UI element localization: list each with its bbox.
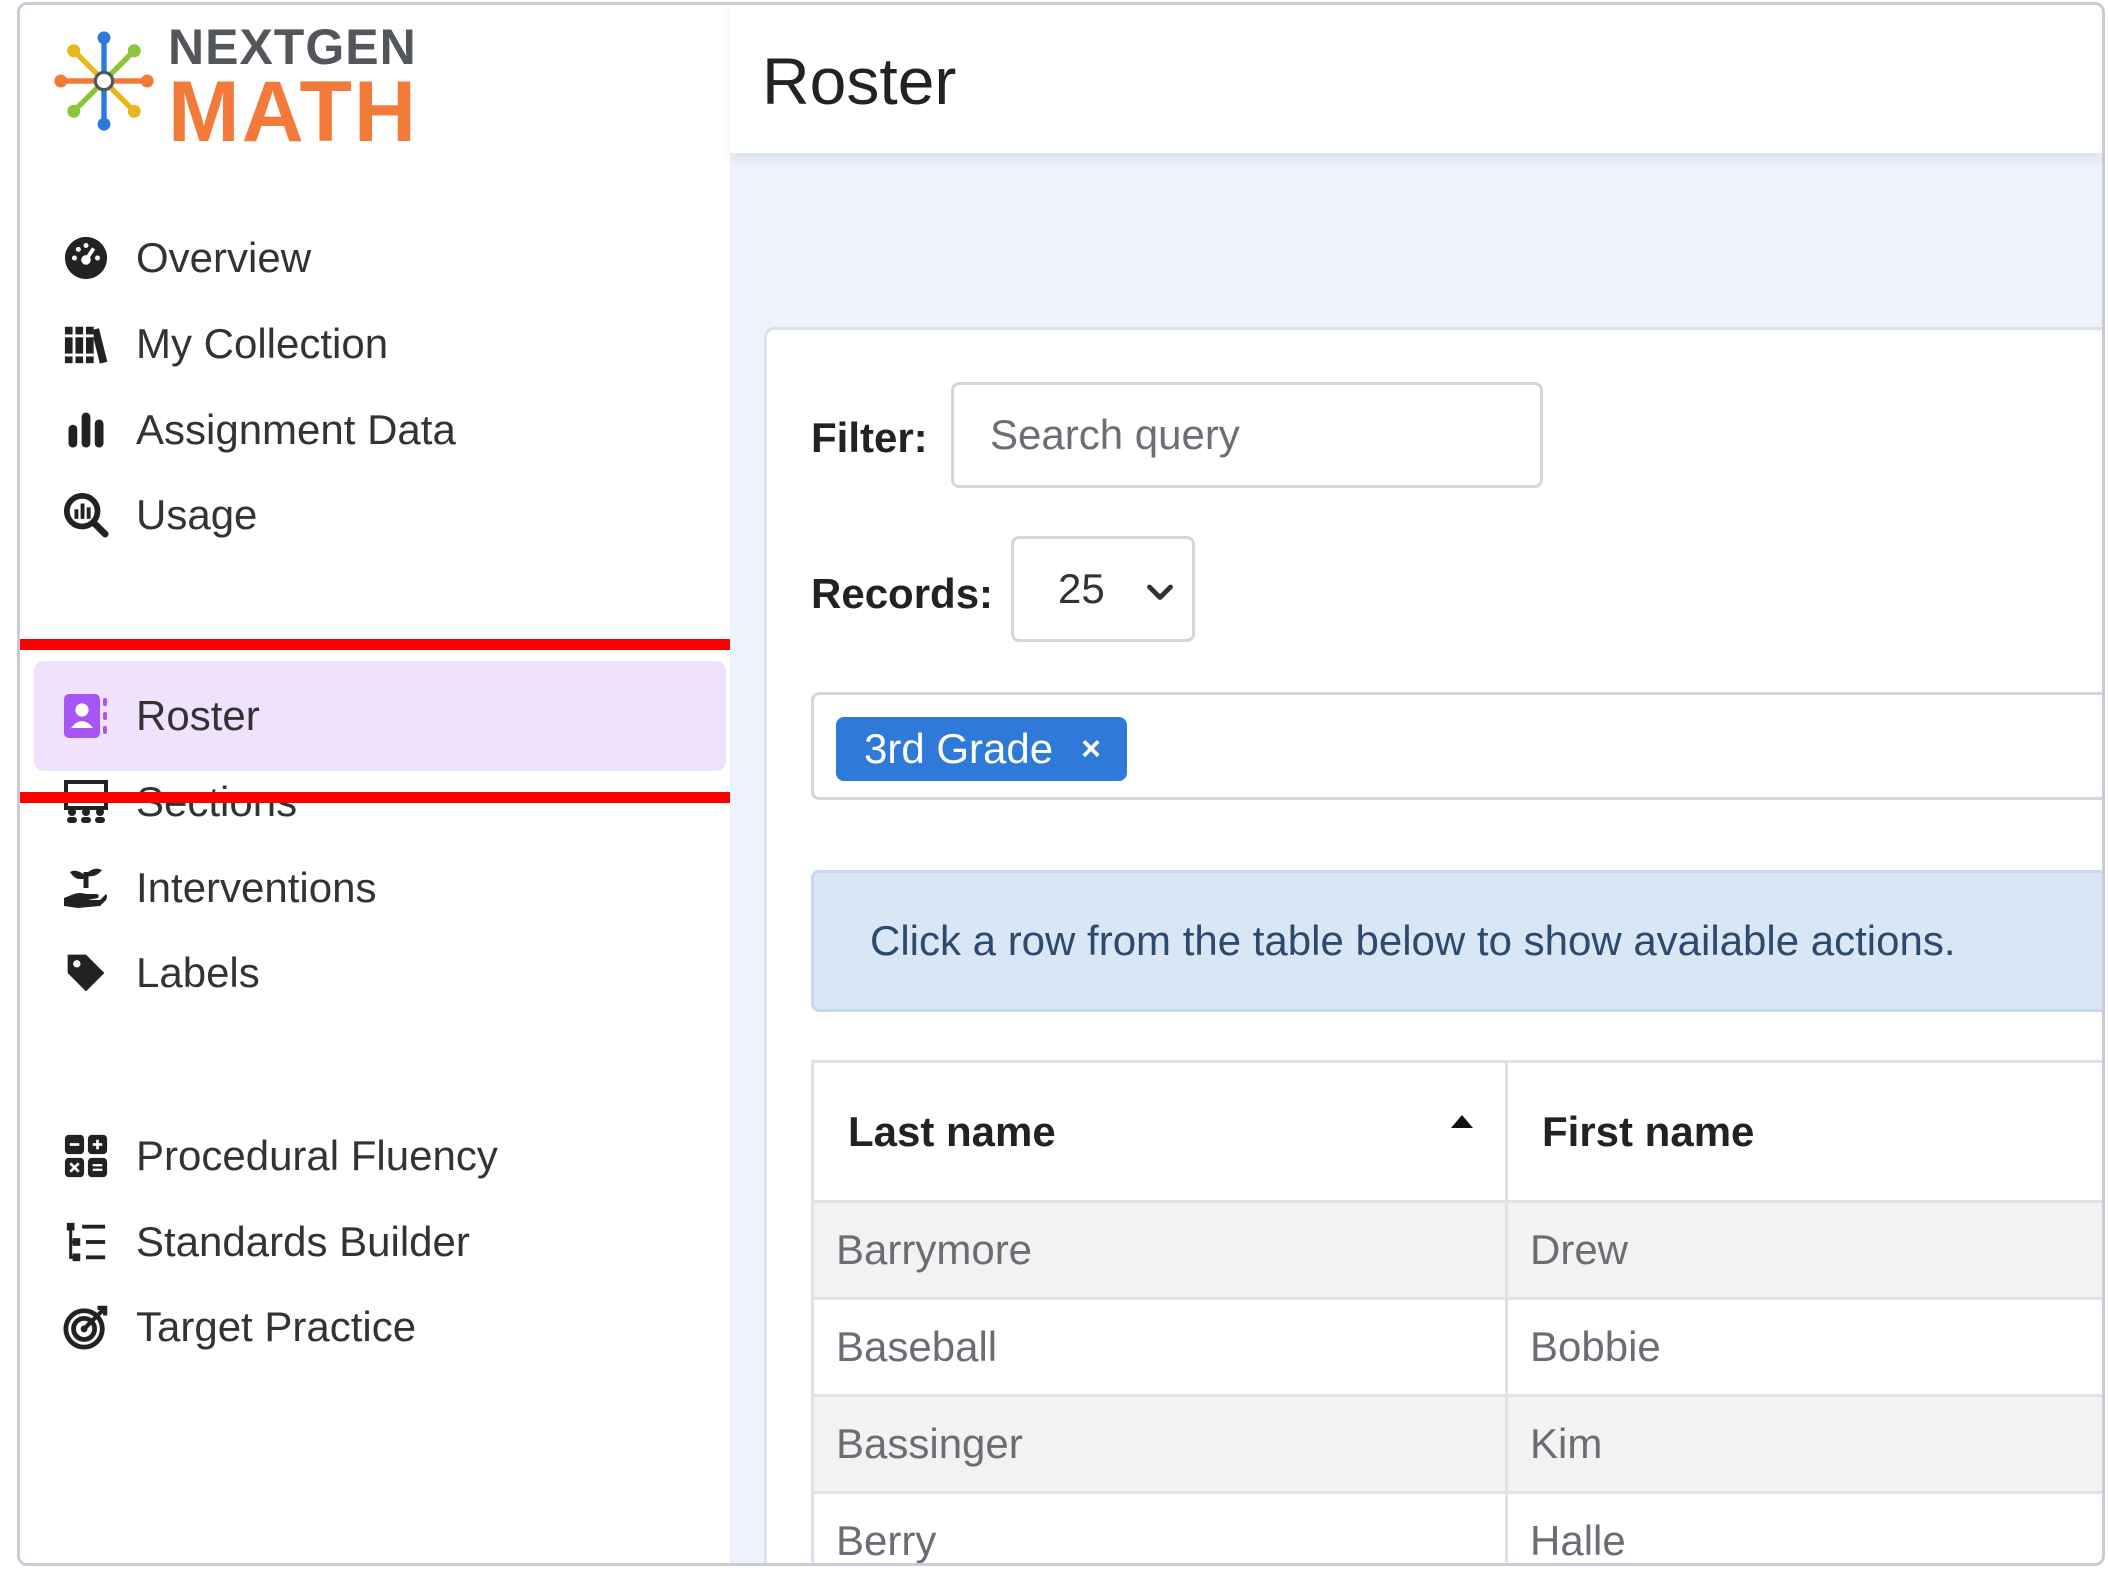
column-header-last-name[interactable]: Last name	[811, 1060, 1508, 1203]
page-title: Roster	[762, 44, 957, 118]
records-select-value: 25	[1058, 565, 1105, 612]
sidebar-item-label: Standards Builder	[136, 1218, 470, 1265]
tag-filter-box[interactable]: 3rd Grade ×	[811, 692, 2102, 800]
hand-seedling-icon	[62, 864, 110, 912]
table-row[interactable]: Barrymore Drew	[811, 1200, 2102, 1300]
cell-last-name: Barrymore	[811, 1200, 1508, 1300]
filter-label: Filter:	[811, 414, 928, 461]
column-header-label: Last name	[848, 1107, 1056, 1155]
table-header-row: Last name First name	[811, 1060, 2102, 1203]
target-icon	[62, 1303, 110, 1351]
sidebar-item-target-practice[interactable]: Target Practice	[34, 1272, 724, 1382]
app-window: NEXTGEN MATH Overview My Collection Assi…	[17, 2, 2105, 1566]
sidebar-item-label: Labels	[136, 949, 260, 996]
cell-first-name: Drew	[1505, 1200, 2102, 1300]
sidebar-item-label: Sections	[136, 778, 298, 825]
cell-first-name: Kim	[1505, 1394, 2102, 1494]
nextgen-math-logo[interactable]: NEXTGEN MATH	[50, 19, 470, 157]
cell-last-name: Baseball	[811, 1297, 1508, 1397]
cell-first-name: Halle	[1505, 1491, 2102, 1563]
table-row[interactable]: Bassinger Kim	[811, 1394, 2102, 1494]
classroom-icon	[62, 778, 110, 826]
sidebar: NEXTGEN MATH Overview My Collection Assi…	[20, 5, 746, 1563]
bar-chart-icon	[62, 406, 110, 454]
sidebar-item-label: Overview	[136, 234, 312, 281]
top-bar: Roster	[730, 5, 2102, 153]
sidebar-item-label: My Collection	[136, 320, 389, 367]
sidebar-item-label: Usage	[136, 491, 258, 538]
chevron-down-icon	[1147, 584, 1173, 600]
sidebar-item-label: Target Practice	[136, 1303, 417, 1350]
roster-card: Filter: Records: 25 3rd Grade × Click a …	[764, 327, 2102, 1563]
cell-first-name: Bobbie	[1505, 1297, 2102, 1397]
contact-book-icon	[62, 692, 110, 740]
cell-last-name: Bassinger	[811, 1394, 1508, 1494]
sidebar-item-labels[interactable]: Labels	[34, 918, 724, 1028]
roster-table-wrapper: Last name First name Barrymore Drew Base…	[811, 1060, 2102, 1563]
column-header-first-name[interactable]: First name	[1505, 1060, 2102, 1203]
column-header-label: First name	[1542, 1107, 1755, 1155]
tag-icon	[62, 949, 110, 997]
main-content: Roster Filter: Records: 25 3rd Grade × C…	[730, 5, 2102, 1563]
sidebar-item-label: Roster	[136, 692, 260, 739]
records-select[interactable]: 25	[1011, 536, 1195, 642]
grade-tag[interactable]: 3rd Grade ×	[836, 717, 1127, 781]
sidebar-item-label: Interventions	[136, 864, 377, 911]
info-message: Click a row from the table below to show…	[870, 917, 1956, 964]
records-label: Records:	[811, 570, 994, 617]
books-icon	[62, 320, 110, 368]
table-row[interactable]: Baseball Bobbie	[811, 1297, 2102, 1397]
info-alert: Click a row from the table below to show…	[811, 870, 2102, 1012]
cell-last-name: Berry	[811, 1491, 1508, 1563]
calculator-grid-icon	[62, 1132, 110, 1180]
logo-burst-icon	[54, 31, 154, 131]
grade-tag-label: 3rd Grade	[864, 725, 1054, 772]
sidebar-item-label: Assignment Data	[136, 406, 456, 453]
remove-tag-icon[interactable]: ×	[1081, 730, 1101, 769]
sidebar-item-usage[interactable]: Usage	[34, 460, 724, 570]
logo-text-math: MATH	[168, 64, 419, 160]
list-tree-icon	[62, 1218, 110, 1266]
search-input[interactable]	[951, 382, 1543, 488]
sidebar-item-label: Procedural Fluency	[136, 1132, 498, 1179]
table-row[interactable]: Berry Halle	[811, 1491, 2102, 1563]
magnify-chart-icon	[62, 491, 110, 539]
sort-ascending-icon	[1451, 1115, 1473, 1128]
roster-table: Last name First name Barrymore Drew Base…	[811, 1060, 2102, 1563]
dashboard-gauge-icon	[62, 234, 110, 282]
